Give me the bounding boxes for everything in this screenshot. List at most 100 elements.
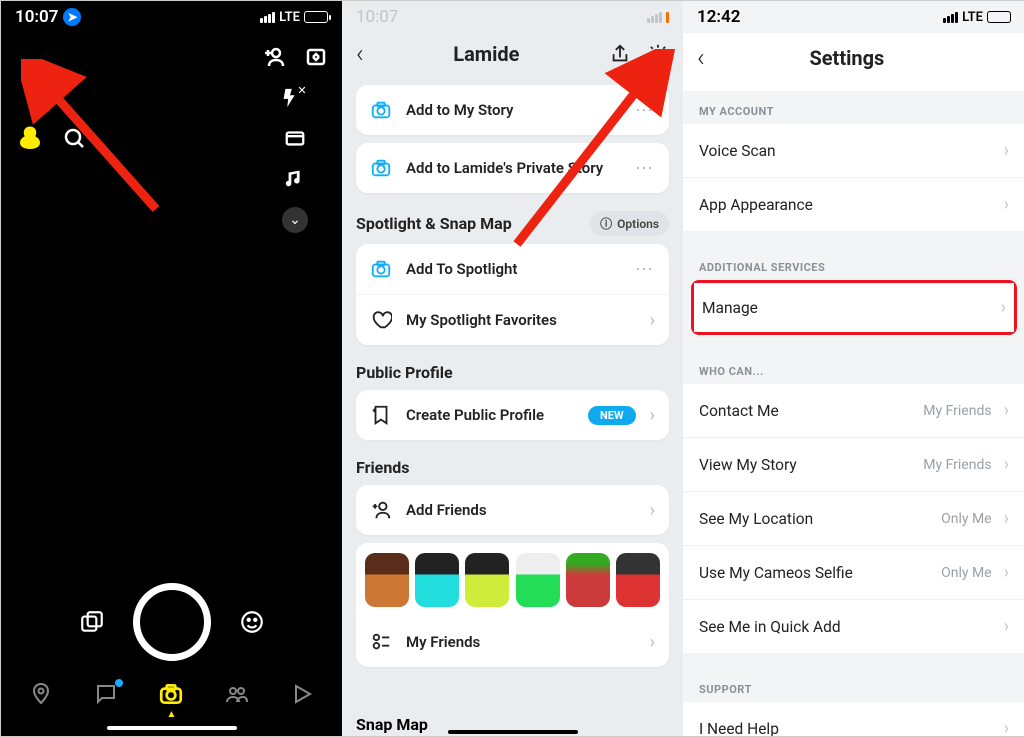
row-value: Only Me: [941, 511, 992, 527]
section-label: SUPPORT: [683, 675, 1024, 702]
section-label: WHO CAN...: [683, 357, 1024, 384]
network-label: LTE: [962, 10, 983, 25]
quick-add-row[interactable]: See Me in Quick Add ›: [683, 599, 1024, 653]
signal-icon: [647, 12, 662, 23]
gear-icon[interactable]: [647, 43, 669, 65]
settings-screen: 12:42 LTE ‹ Settings MY ACCOUNT Voice Sc…: [683, 1, 1024, 736]
info-icon: ⓘ: [600, 215, 612, 232]
avatar: [516, 553, 560, 607]
signal-icon: [943, 12, 958, 23]
row-label: I Need Help: [699, 720, 992, 737]
share-icon[interactable]: [609, 43, 631, 65]
add-spotlight-row[interactable]: Add To Spotlight ⋯: [356, 244, 669, 294]
emoji-icon[interactable]: [239, 609, 265, 635]
status-bar: 12:42 LTE: [683, 1, 1024, 33]
chevron-right-icon: ›: [650, 310, 655, 331]
row-value: My Friends: [923, 457, 991, 473]
row-label: See Me in Quick Add: [699, 618, 992, 636]
options-button[interactable]: ⓘ Options: [590, 211, 669, 236]
row-value: My Friends: [923, 403, 991, 419]
profile-screen: 10:07 ‹ Lamide Add to My Story ⋯: [342, 1, 683, 736]
options-label: Options: [617, 217, 659, 231]
add-private-story-row[interactable]: Add to Lamide's Private Story ⋯: [356, 143, 669, 193]
camera-icon: [370, 157, 392, 179]
contact-me-row[interactable]: Contact Me My Friends ›: [683, 384, 1024, 437]
row-label: Add To Spotlight: [406, 260, 621, 278]
flash-icon[interactable]: ✕: [279, 87, 310, 109]
add-my-story-row[interactable]: Add to My Story ⋯: [356, 85, 669, 135]
create-public-profile-row[interactable]: Create Public Profile NEW ›: [356, 390, 669, 440]
back-button[interactable]: ‹: [697, 43, 705, 73]
spotlight-favorites-row[interactable]: My Spotlight Favorites ›: [356, 294, 669, 345]
profile-title: Lamide: [364, 42, 609, 66]
nav-map-icon[interactable]: [29, 682, 53, 706]
friend-avatars: [356, 543, 669, 617]
view-story-row[interactable]: View My Story My Friends ›: [683, 437, 1024, 491]
back-button[interactable]: ‹: [356, 39, 364, 69]
add-friends-row[interactable]: Add Friends ›: [356, 485, 669, 535]
battery-icon: [304, 11, 328, 23]
app-appearance-row[interactable]: App Appearance ›: [683, 177, 1024, 231]
status-bar: 10:07: [342, 1, 683, 33]
heart-icon: [370, 309, 392, 331]
row-label: My Spotlight Favorites: [406, 311, 636, 329]
section-title: Friends: [356, 458, 410, 477]
voice-scan-row[interactable]: Voice Scan ›: [683, 124, 1024, 177]
chevron-right-icon: ›: [650, 632, 655, 653]
memories-icon[interactable]: [79, 609, 105, 635]
shutter-button[interactable]: [133, 583, 211, 661]
row-label: Create Public Profile: [406, 406, 574, 424]
nav-stories-icon[interactable]: [225, 682, 249, 706]
more-icon[interactable]: ⋯: [635, 259, 655, 280]
row-label: Add to My Story: [406, 101, 621, 119]
my-friends-row[interactable]: My Friends ›: [356, 617, 669, 667]
avatar: [365, 553, 409, 607]
flip-camera-icon[interactable]: [304, 45, 328, 69]
video-icon[interactable]: [284, 127, 306, 149]
avatar: [465, 553, 509, 607]
add-friend-icon[interactable]: [262, 45, 286, 69]
chevron-right-icon: ›: [1004, 140, 1009, 161]
chevron-right-icon: ›: [650, 500, 655, 521]
chevron-right-icon: ›: [1004, 400, 1009, 421]
more-tools-button[interactable]: ⌄: [282, 207, 308, 233]
row-label: App Appearance: [699, 196, 992, 214]
section-title: Spotlight & Snap Map: [356, 214, 512, 233]
search-icon[interactable]: [63, 127, 87, 151]
music-icon[interactable]: [284, 167, 306, 189]
row-label: Use My Cameos Selfie: [699, 564, 929, 582]
profile-header: ‹ Lamide: [342, 33, 683, 85]
home-indicator: [107, 726, 237, 730]
privacy-indicator-icon: [666, 12, 669, 23]
chevron-right-icon: ›: [1004, 616, 1009, 637]
camera-icon: [370, 258, 392, 280]
chevron-right-icon: ›: [1004, 562, 1009, 583]
status-time: 12:42: [697, 7, 740, 27]
row-label: View My Story: [699, 456, 911, 474]
more-icon[interactable]: ⋯: [635, 100, 655, 121]
bookmark-plus-icon: [370, 404, 392, 426]
more-icon[interactable]: ⋯: [635, 158, 655, 179]
camera-top-bar: ✕ ⌄: [1, 33, 342, 233]
row-value: Only Me: [941, 565, 992, 581]
location-indicator-icon: ➤: [63, 8, 81, 26]
manage-row[interactable]: Manage ›: [694, 283, 1014, 332]
camera-screen: 10:07 ➤ LTE: [1, 1, 342, 736]
status-time: 10:07: [15, 7, 58, 27]
nav-chat-icon[interactable]: [94, 682, 118, 706]
cameos-selfie-row[interactable]: Use My Cameos Selfie Only Me ›: [683, 545, 1024, 599]
profile-avatar-button[interactable]: [15, 124, 45, 154]
signal-icon: [260, 12, 275, 23]
settings-title: Settings: [705, 46, 989, 70]
section-title: Snap Map: [356, 715, 428, 734]
row-label: Add Friends: [406, 501, 636, 519]
row-label: Add to Lamide's Private Story: [406, 159, 621, 177]
avatar: [415, 553, 459, 607]
settings-header: ‹ Settings: [683, 33, 1024, 91]
see-location-row[interactable]: See My Location Only Me ›: [683, 491, 1024, 545]
nav-camera-icon[interactable]: [158, 681, 184, 707]
nav-spotlight-icon[interactable]: [290, 682, 314, 706]
add-friend-icon: [370, 499, 392, 521]
need-help-row[interactable]: I Need Help ›: [683, 702, 1024, 736]
chevron-right-icon: ›: [1004, 508, 1009, 529]
